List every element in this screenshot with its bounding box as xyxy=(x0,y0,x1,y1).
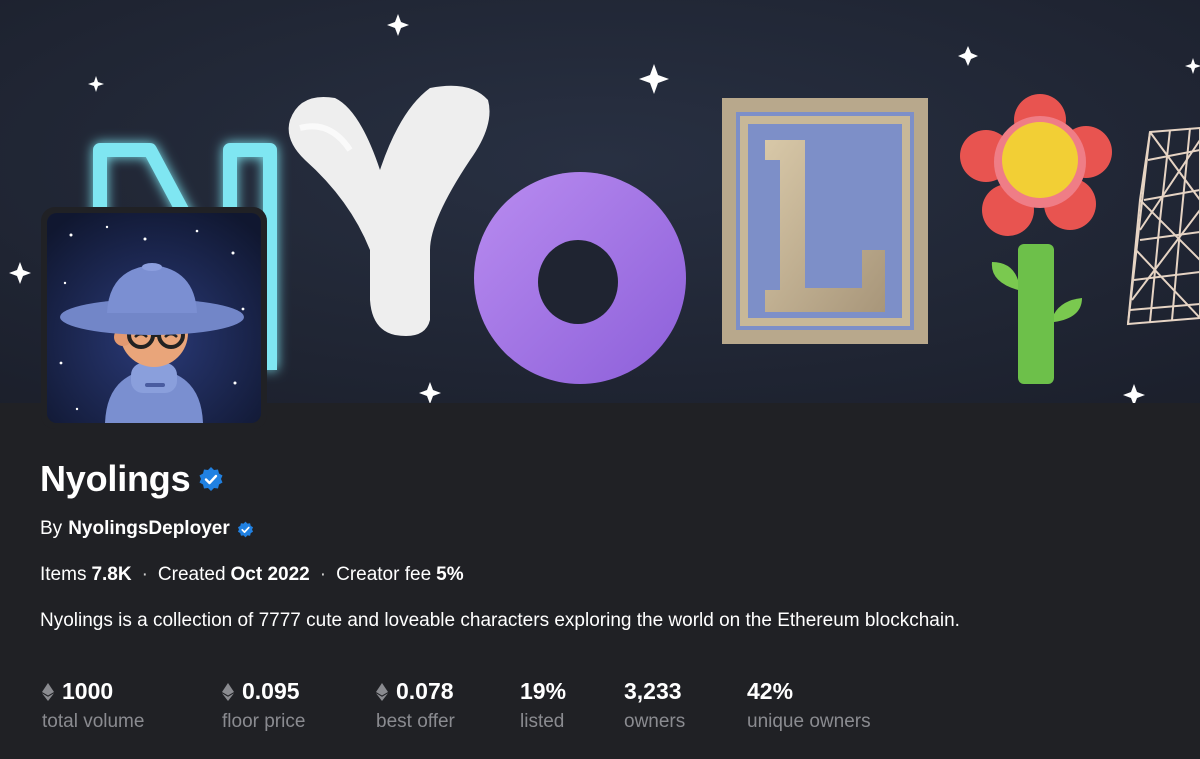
creator-verified-icon xyxy=(237,521,254,538)
collection-title: Nyolings xyxy=(40,458,191,499)
creator-fee-value: 5% xyxy=(436,564,464,585)
by-label: By xyxy=(40,518,63,539)
stat-value: 0.095 xyxy=(242,678,300,704)
creator-row: By NyolingsDeployer xyxy=(40,518,254,540)
stat-label: unique owners xyxy=(747,711,871,732)
stat-floor-price[interactable]: 0.095 floor price xyxy=(222,678,305,733)
stat-label: floor price xyxy=(222,711,306,732)
creator-fee-label: Creator fee xyxy=(336,564,432,585)
eth-icon xyxy=(376,682,388,701)
stat-total-volume[interactable]: 1000 total volume xyxy=(42,678,144,733)
stat-best-offer[interactable]: 0.078 best offer xyxy=(376,678,455,733)
avatar-character-image xyxy=(47,213,261,423)
eth-icon xyxy=(42,682,54,701)
stat-value: 3,233 xyxy=(624,678,682,704)
meta-separator: · xyxy=(319,564,327,585)
stat-label: owners xyxy=(624,711,686,732)
banner-letter-l xyxy=(722,98,928,344)
eth-icon xyxy=(222,682,234,701)
meta-separator: · xyxy=(141,564,148,585)
created-value: Oct 2022 xyxy=(230,564,310,585)
collection-description: Nyolings is a collection of 7777 cute an… xyxy=(40,610,960,631)
stat-label: best offer xyxy=(376,711,455,732)
stat-label: total volume xyxy=(42,711,145,732)
collection-title-row: Nyolings xyxy=(40,458,224,500)
stat-unique-owners[interactable]: 42% unique owners xyxy=(747,678,871,733)
collection-avatar[interactable] xyxy=(41,207,267,429)
stat-label: listed xyxy=(520,711,565,732)
stat-listed[interactable]: 19% listed xyxy=(520,678,566,733)
items-label: Items xyxy=(40,564,87,585)
created-label: Created xyxy=(157,564,226,585)
collection-meta: Items 7.8K · Created Oct 2022 · Creator … xyxy=(40,564,464,586)
stat-value: 42% xyxy=(747,678,794,704)
verified-badge-icon xyxy=(198,466,224,492)
stat-value: 19% xyxy=(520,678,567,704)
creator-link[interactable]: NyolingsDeployer xyxy=(68,518,230,540)
stat-value: 1000 xyxy=(62,678,114,704)
banner-letter-o xyxy=(474,172,686,384)
items-value: 7.8K xyxy=(91,564,132,585)
stat-owners[interactable]: 3,233 owners xyxy=(624,678,685,733)
stat-value: 0.078 xyxy=(396,678,454,704)
collection-stats: 1000 total volume 0.095 floor price 0.07… xyxy=(42,678,1142,738)
